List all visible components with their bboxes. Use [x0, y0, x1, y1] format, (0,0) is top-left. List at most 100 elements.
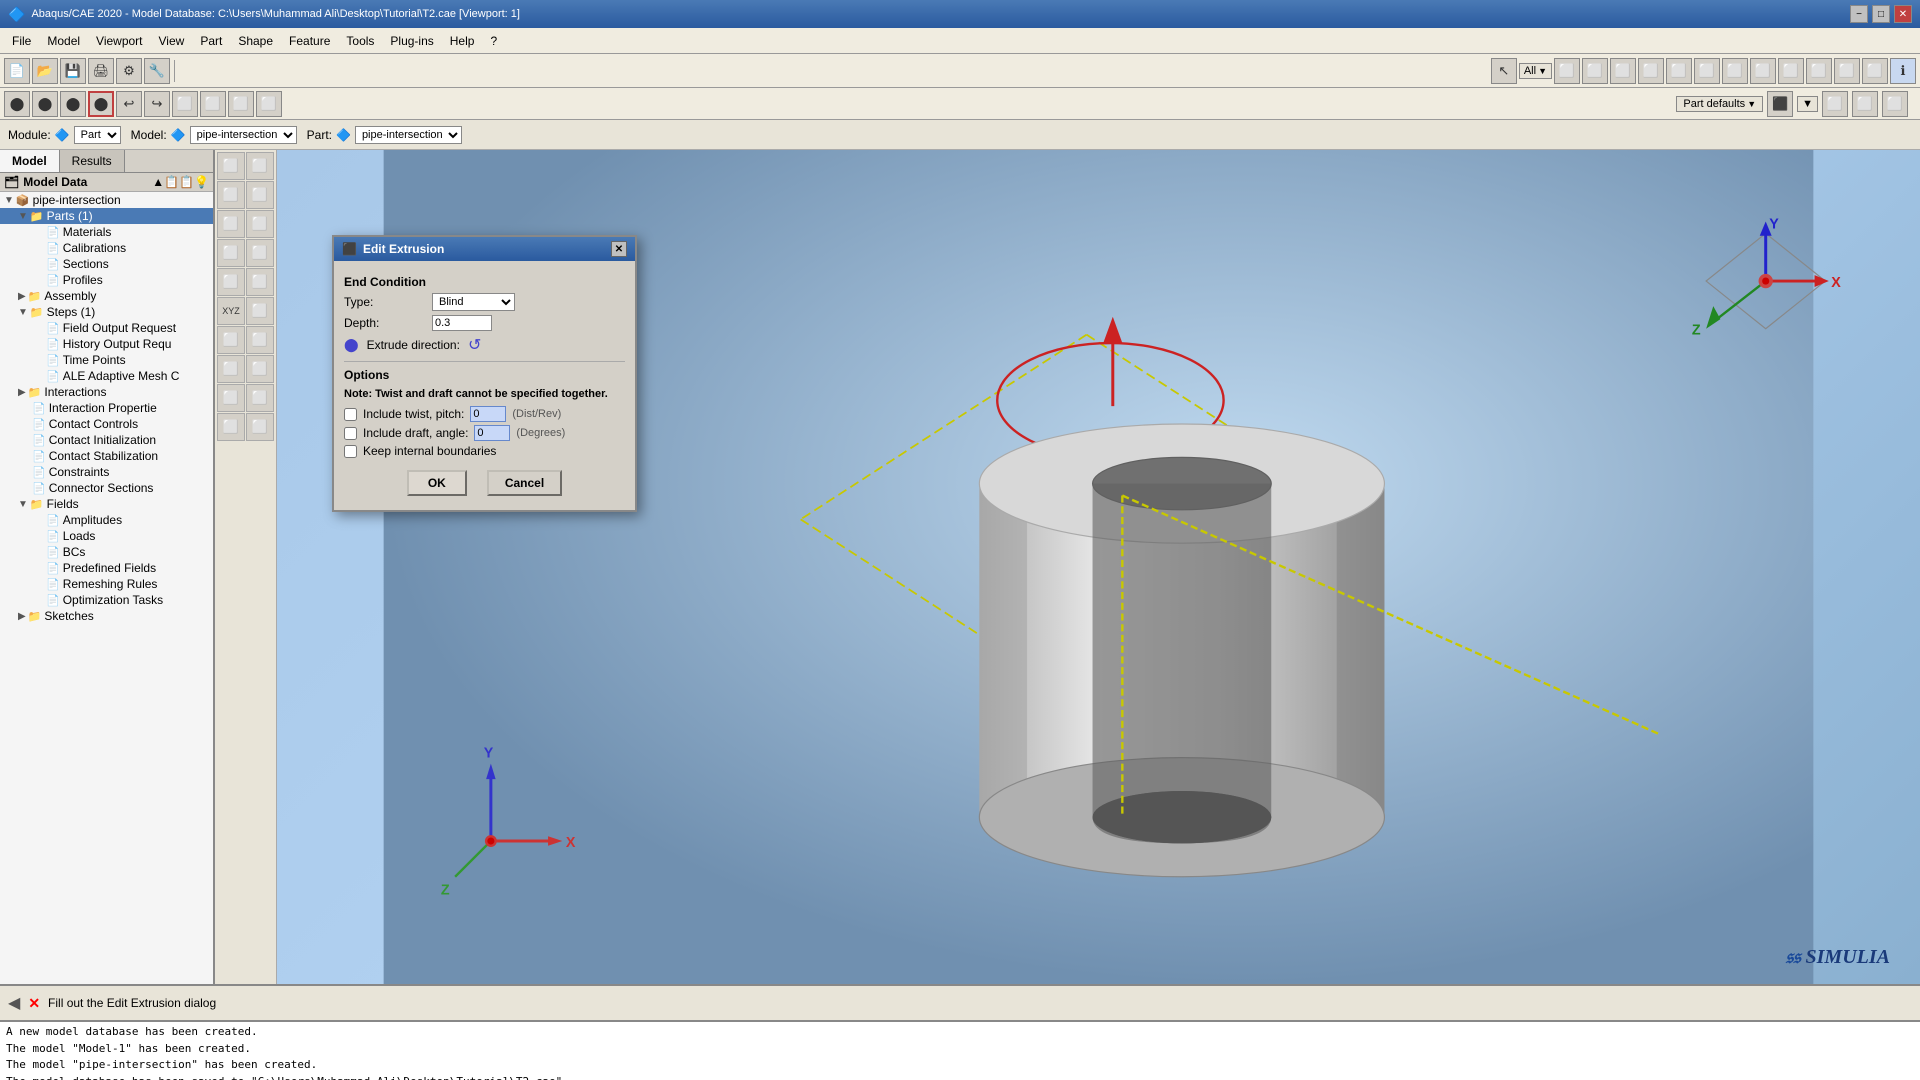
menu-tools[interactable]: Tools	[338, 31, 382, 51]
tree-item-remeshing-rules[interactable]: 📄Remeshing Rules	[0, 576, 213, 592]
tb-r8[interactable]: ⬜	[1750, 58, 1776, 84]
module-select[interactable]: Part	[74, 126, 121, 144]
model-select[interactable]: pipe-intersection	[190, 126, 297, 144]
minimize-btn[interactable]: −	[1850, 5, 1868, 23]
tree-item-pipe-intersection[interactable]: ▼📦pipe-intersection	[0, 192, 213, 208]
ok-button[interactable]: OK	[407, 470, 467, 496]
dialog-close-btn[interactable]: ✕	[611, 241, 627, 257]
tree-item-interaction-props[interactable]: 📄Interaction Propertie	[0, 400, 213, 416]
icontb-3[interactable]: ⬜	[217, 181, 245, 209]
cancel-button[interactable]: Cancel	[487, 470, 562, 496]
tb2-10[interactable]: ⬜	[1852, 91, 1878, 117]
viewport[interactable]: Y X Z Y X	[277, 150, 1920, 984]
tb2-4[interactable]: ⬤	[88, 91, 114, 117]
tb-r12[interactable]: ⬜	[1862, 58, 1888, 84]
tb-r9[interactable]: ⬜	[1778, 58, 1804, 84]
icontb-9[interactable]: ⬜	[217, 268, 245, 296]
tree-icon1[interactable]: 📋	[164, 175, 179, 189]
tree-item-optimization-tasks[interactable]: 📄Optimization Tasks	[0, 592, 213, 608]
menu-feature[interactable]: Feature	[281, 31, 338, 51]
tree-item-parts[interactable]: ▼📁Parts (1)	[0, 208, 213, 224]
toolbar-select[interactable]: ↖	[1491, 58, 1517, 84]
tb-r5[interactable]: ⬜	[1666, 58, 1692, 84]
tree-item-fields[interactable]: ▼📁Fields	[0, 496, 213, 512]
tb-r4[interactable]: ⬜	[1638, 58, 1664, 84]
icontb-xyz[interactable]: XYZ	[217, 297, 245, 325]
tree-item-profiles[interactable]: 📄Profiles	[0, 272, 213, 288]
tb2-8[interactable]: ⬜	[256, 91, 282, 117]
toolbar-settings[interactable]: ⚙	[116, 58, 142, 84]
icontb-2[interactable]: ⬜	[246, 152, 274, 180]
icontb-18[interactable]: ⬜	[217, 413, 245, 441]
close-btn[interactable]: ✕	[1894, 5, 1912, 23]
icontb-17[interactable]: ⬜	[246, 384, 274, 412]
toolbar-print[interactable]: 🖨	[88, 58, 114, 84]
draft-checkbox[interactable]	[344, 427, 357, 440]
view-select[interactable]: ▼	[1797, 96, 1818, 112]
tree-icon3[interactable]: 💡	[194, 175, 209, 189]
icontb-4[interactable]: ⬜	[246, 181, 274, 209]
menu-help[interactable]: Help	[442, 31, 483, 51]
toolbar-new[interactable]: 📄	[4, 58, 30, 84]
tree-item-sections[interactable]: 📄Sections	[0, 256, 213, 272]
menu-view[interactable]: View	[151, 31, 193, 51]
tree-item-ale-mesh[interactable]: 📄ALE Adaptive Mesh C	[0, 368, 213, 384]
tb2-undo[interactable]: ↩	[116, 91, 142, 117]
depth-input[interactable]	[432, 315, 492, 331]
tree-item-amplitudes[interactable]: 📄Amplitudes	[0, 512, 213, 528]
type-select[interactable]: Blind Through All Symmetric	[432, 293, 515, 311]
menu-file[interactable]: File	[4, 31, 39, 51]
icontb-5[interactable]: ⬜	[217, 210, 245, 238]
menu-viewport[interactable]: Viewport	[88, 31, 150, 51]
tb2-3[interactable]: ⬤	[60, 91, 86, 117]
icontb-12[interactable]: ⬜	[217, 326, 245, 354]
boundaries-checkbox[interactable]	[344, 445, 357, 458]
tb2-9[interactable]: ⬜	[1822, 91, 1848, 117]
tb2-7[interactable]: ⬜	[228, 91, 254, 117]
icontb-16[interactable]: ⬜	[217, 384, 245, 412]
tree-item-materials[interactable]: 📄Materials	[0, 224, 213, 240]
menu-plugins[interactable]: Plug-ins	[382, 31, 441, 51]
part-defaults-select[interactable]: Part defaults ▼	[1676, 96, 1763, 112]
tree-item-history-output[interactable]: 📄History Output Requ	[0, 336, 213, 352]
toolbar-open[interactable]: 📂	[32, 58, 58, 84]
icontb-11[interactable]: ⬜	[246, 297, 274, 325]
maximize-btn[interactable]: □	[1872, 5, 1890, 23]
icontb-7[interactable]: ⬜	[217, 239, 245, 267]
tb-info[interactable]: ℹ	[1890, 58, 1916, 84]
icontb-1[interactable]: ⬜	[217, 152, 245, 180]
tree-icon2[interactable]: 📋	[179, 175, 194, 189]
icontb-15[interactable]: ⬜	[246, 355, 274, 383]
tree-item-assembly[interactable]: ▶📁Assembly	[0, 288, 213, 304]
back-btn[interactable]: ◀	[8, 993, 20, 1013]
tree-up-btn[interactable]: ▲	[152, 175, 164, 189]
tb2-5[interactable]: ⬜	[172, 91, 198, 117]
tb-r2[interactable]: ⬜	[1582, 58, 1608, 84]
menu-part[interactable]: Part	[192, 31, 230, 51]
toolbar-extra[interactable]: 🔧	[144, 58, 170, 84]
tree-item-time-points[interactable]: 📄Time Points	[0, 352, 213, 368]
tb-r6[interactable]: ⬜	[1694, 58, 1720, 84]
tree-item-contact-stab[interactable]: 📄Contact Stabilization	[0, 448, 213, 464]
tab-model[interactable]: Model	[0, 150, 60, 172]
edit-extrusion-dialog[interactable]: ⬛ Edit Extrusion ✕ End Condition Type: B…	[332, 235, 637, 512]
menu-help2[interactable]: ?	[482, 31, 505, 51]
tree-item-loads[interactable]: 📄Loads	[0, 528, 213, 544]
tb2-view1[interactable]: ⬛	[1767, 91, 1793, 117]
tb2-6[interactable]: ⬜	[200, 91, 226, 117]
tree-item-calibrations[interactable]: 📄Calibrations	[0, 240, 213, 256]
icontb-19[interactable]: ⬜	[246, 413, 274, 441]
tree-item-predefined-fields[interactable]: 📄Predefined Fields	[0, 560, 213, 576]
tree-item-connector-sections[interactable]: 📄Connector Sections	[0, 480, 213, 496]
twist-checkbox[interactable]	[344, 408, 357, 421]
tree-item-interactions[interactable]: ▶📁Interactions	[0, 384, 213, 400]
menu-shape[interactable]: Shape	[230, 31, 281, 51]
select-filter[interactable]: All ▼	[1519, 63, 1552, 79]
extrude-dir-action[interactable]: ↺	[468, 335, 481, 355]
stop-btn[interactable]: ✕	[28, 995, 40, 1012]
tree-item-bcs[interactable]: 📄BCs	[0, 544, 213, 560]
part-select[interactable]: pipe-intersection	[355, 126, 462, 144]
tree-item-contact-init[interactable]: 📄Contact Initialization	[0, 432, 213, 448]
tree-item-steps[interactable]: ▼📁Steps (1)	[0, 304, 213, 320]
tb2-2[interactable]: ⬤	[32, 91, 58, 117]
